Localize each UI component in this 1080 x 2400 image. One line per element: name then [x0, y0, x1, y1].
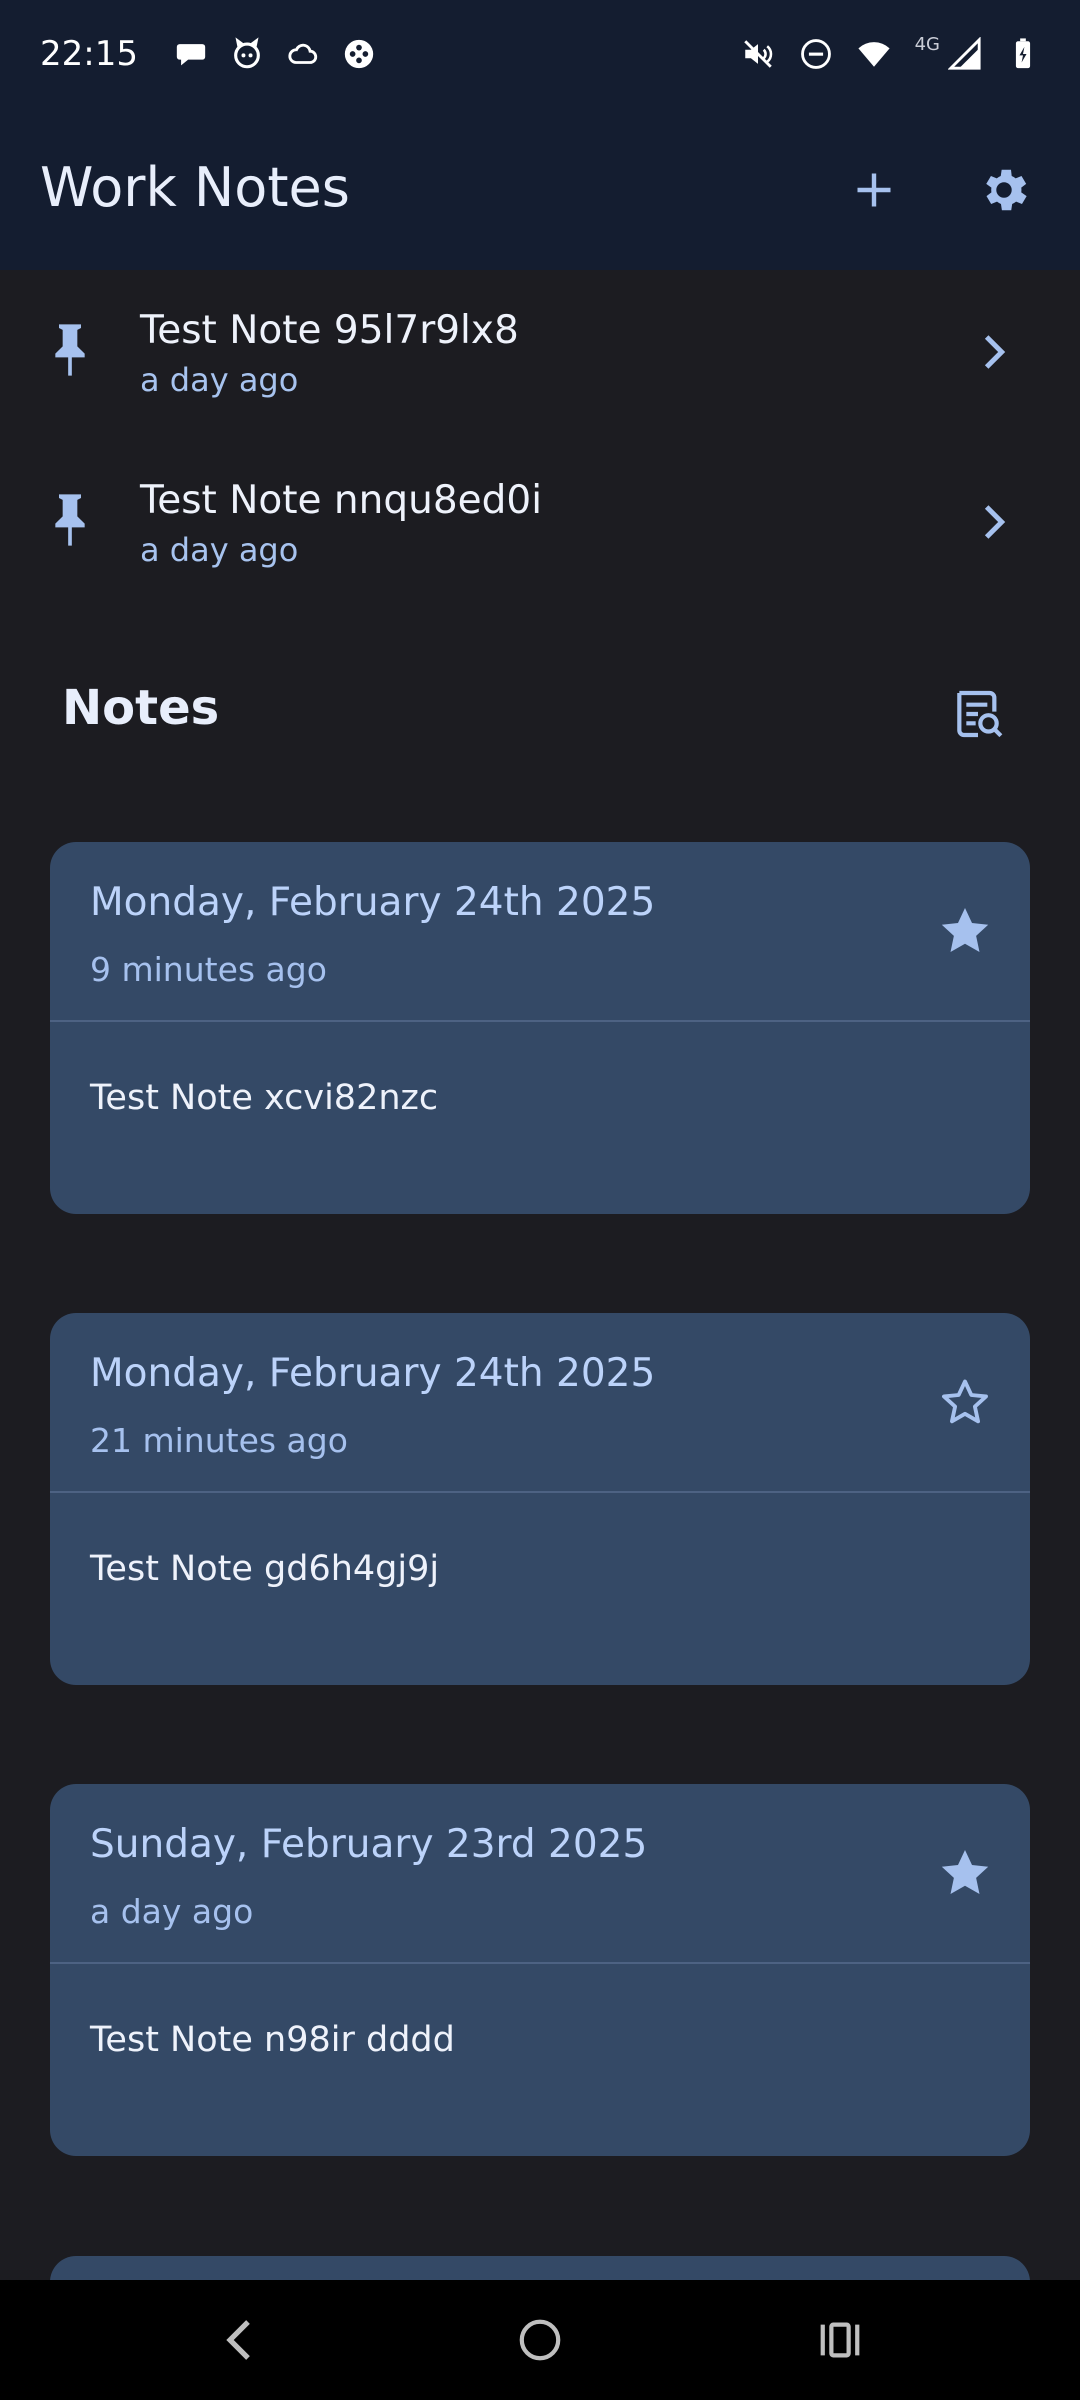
status-system-icons: 4G — [741, 33, 1040, 71]
note-date: Sunday, February 23rd 2025 — [90, 1822, 648, 1867]
back-button[interactable] — [210, 2310, 270, 2370]
muted-speaker-icon — [743, 40, 772, 68]
note-card[interactable]: Monday, February 24th 2025 9 minutes ago… — [50, 842, 1030, 1214]
cat-face-icon — [234, 37, 260, 69]
status-notification-icons — [174, 37, 376, 71]
wifi-icon — [858, 42, 890, 67]
battery-charging-icon — [1015, 38, 1031, 69]
note-content: Test Note xcvi82nzc — [90, 1078, 439, 1118]
note-relative-time: a day ago — [90, 1892, 254, 1931]
app-title: Work Notes — [40, 156, 350, 219]
app-bar: Work Notes — [0, 108, 1080, 270]
notes-section-title: Notes — [62, 680, 220, 736]
note-relative-time: 9 minutes ago — [90, 950, 327, 989]
search-notes-icon — [957, 690, 1003, 738]
system-navigation-bar — [0, 2280, 1080, 2400]
cloud-icon — [288, 43, 318, 64]
note-card[interactable]: Monday, February 24th 2025 21 minutes ag… — [50, 1313, 1030, 1685]
recents-button[interactable] — [810, 2310, 870, 2370]
note-card-header: Monday, February 24th 2025 9 minutes ago — [50, 842, 1030, 1022]
pin-icon — [55, 324, 85, 376]
note-relative-time: 21 minutes ago — [90, 1421, 348, 1460]
pinned-note-title: Test Note 95l7r9lx8 — [140, 308, 519, 353]
status-bar: 22:15 4G — [0, 0, 1080, 108]
add-note-button[interactable] — [842, 158, 906, 222]
status-time: 22:15 — [40, 34, 138, 74]
note-card[interactable]: Sunday, February 23rd 2025 a day ago Tes… — [50, 1784, 1030, 2156]
chat-bubble-icon — [176, 44, 206, 66]
pinned-note-time: a day ago — [140, 530, 299, 569]
network-type-label: 4G — [914, 33, 940, 55]
signal-icon — [948, 37, 981, 70]
home-button[interactable] — [510, 2310, 570, 2370]
note-card-header: Sunday, February 23rd 2025 a day ago — [50, 1784, 1030, 1964]
chevron-right-icon — [984, 505, 1006, 539]
pinned-note-time: a day ago — [140, 360, 299, 399]
note-date: Monday, February 24th 2025 — [90, 880, 656, 925]
star-filled-icon[interactable] — [936, 902, 994, 960]
home-icon — [519, 2319, 561, 2361]
do-not-disturb-icon — [800, 39, 831, 69]
chevron-right-icon — [984, 335, 1006, 369]
pinned-note-item[interactable]: Test Note nnqu8ed0i a day ago — [0, 440, 1080, 610]
pinned-note-text: Test Note nnqu8ed0i a day ago — [140, 478, 542, 569]
pinned-note-title: Test Note nnqu8ed0i — [140, 478, 543, 523]
note-date: Monday, February 24th 2025 — [90, 1351, 656, 1396]
note-content: Test Note n98ir dddd — [90, 2020, 455, 2060]
pin-icon — [55, 494, 85, 546]
back-icon — [226, 2320, 250, 2360]
note-content: Test Note gd6h4gj9j — [90, 1549, 440, 1589]
pinned-note-item[interactable]: Test Note 95l7r9lx8 a day ago — [0, 270, 1080, 440]
settings-gear-icon — [986, 169, 1027, 211]
pinned-note-text: Test Note 95l7r9lx8 a day ago — [140, 308, 519, 399]
game-controller-icon — [344, 39, 374, 69]
star-filled-icon[interactable] — [936, 1844, 994, 1902]
recents-icon — [820, 2322, 860, 2358]
search-notes-button[interactable] — [950, 686, 1006, 742]
pinned-notes-list: Test Note 95l7r9lx8 a day ago Test Note … — [0, 270, 1080, 610]
star-outline-icon[interactable] — [936, 1373, 994, 1431]
note-card-header: Monday, February 24th 2025 21 minutes ag… — [50, 1313, 1030, 1493]
add-icon — [857, 173, 891, 207]
settings-button[interactable] — [972, 158, 1036, 222]
